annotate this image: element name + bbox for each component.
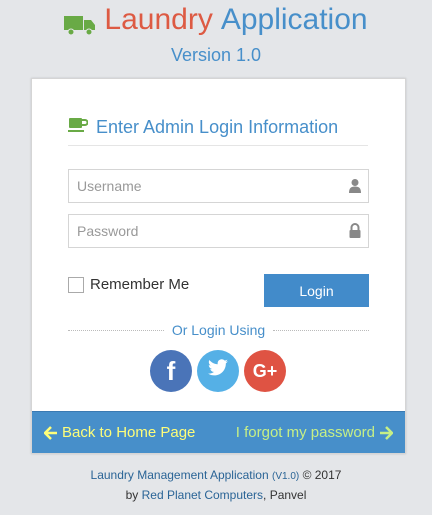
remember-me[interactable]: Remember Me xyxy=(68,276,189,293)
user-icon xyxy=(348,178,362,194)
google-plus-icon: G+ xyxy=(252,360,278,381)
forgot-password-text: I forgot my password xyxy=(235,424,375,441)
arrow-left-icon xyxy=(44,425,57,440)
back-home-text: Back to Home Page xyxy=(62,424,196,441)
password-field-wrapper xyxy=(68,214,369,248)
facebook-button[interactable]: f xyxy=(150,350,192,392)
divider-line-left xyxy=(68,329,164,331)
back-home-link[interactable]: Back to Home Page xyxy=(44,424,195,441)
or-login-text: Or Login Using xyxy=(171,322,266,338)
footer-by: by xyxy=(125,488,139,502)
footer-version-tag: (V1.0) xyxy=(272,471,300,482)
facebook-icon: f xyxy=(166,355,176,386)
coffee-icon xyxy=(68,117,89,138)
forgot-password-link[interactable]: I forgot my password xyxy=(236,424,393,441)
twitter-icon xyxy=(207,359,229,383)
version-label: Version 1.0 xyxy=(170,45,262,65)
remember-checkbox[interactable] xyxy=(68,276,84,293)
footer-line-2: by Red Planet Computers, Panvel xyxy=(0,486,432,505)
login-title: Enter Admin Login Information xyxy=(68,117,368,146)
remember-label: Remember Me xyxy=(90,276,190,293)
app-title: Laundry Application xyxy=(64,2,368,38)
app-header: Laundry Application Version 1.0 xyxy=(0,0,432,66)
footer-line-1: Laundry Management Application (V1.0) © … xyxy=(0,466,432,486)
google-plus-button[interactable]: G+ xyxy=(244,350,286,392)
or-divider: Or Login Using xyxy=(68,320,370,340)
page-footer: Laundry Management Application (V1.0) © … xyxy=(0,466,432,505)
footer-location: , Panvel xyxy=(263,488,307,502)
social-buttons: f G+ xyxy=(150,350,286,392)
login-card: Enter Admin Login Information Remember M… xyxy=(31,78,406,454)
footer-app-name: Laundry Management Application xyxy=(90,468,269,482)
title-word-application: Application xyxy=(220,3,368,36)
username-input[interactable] xyxy=(69,170,368,202)
arrow-right-icon xyxy=(380,425,393,440)
login-title-text: Enter Admin Login Information xyxy=(96,117,339,137)
login-button[interactable]: Login xyxy=(264,274,369,307)
username-field-wrapper xyxy=(68,169,369,203)
footer-company-link[interactable]: Red Planet Computers xyxy=(142,488,263,502)
truck-icon xyxy=(64,9,96,36)
footer-copyright: © 2017 xyxy=(302,468,342,482)
password-input[interactable] xyxy=(69,215,368,247)
twitter-button[interactable] xyxy=(197,350,239,392)
lock-icon xyxy=(348,223,362,239)
divider-line-right xyxy=(273,329,370,331)
card-footer: Back to Home Page I forgot my password xyxy=(32,411,405,453)
title-word-laundry: Laundry xyxy=(104,3,213,36)
